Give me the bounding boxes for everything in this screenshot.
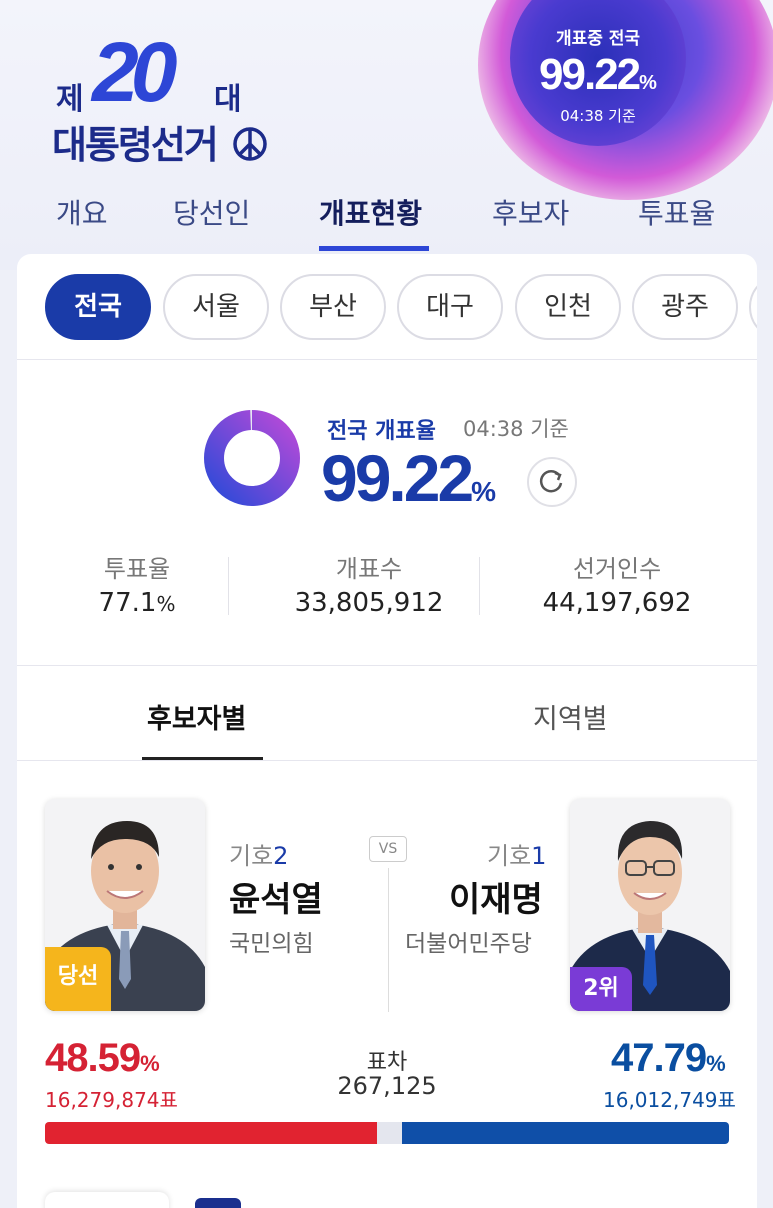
region-filter: 전국 서울 부산 대구 인천 광주 [17,254,757,360]
logo-title: 대통령선거 [52,114,268,169]
vote-share-bar-left [45,1122,378,1144]
stat-divider [228,557,229,615]
orb-label: 개표중 전국 [555,29,641,49]
next-candidate-card[interactable] [45,1192,169,1208]
region-chip-more[interactable] [749,274,757,340]
main-nav: 개요 당선인 개표현황 후보자 투표율 [0,188,773,254]
refresh-button[interactable] [527,457,577,507]
nav-candidates[interactable]: 후보자 [492,192,569,232]
candidate-left-number: 기호2 [229,842,289,870]
nav-overview[interactable]: 개요 [56,192,108,232]
candidate-right-percent: 47.79% [611,1036,726,1080]
counting-status: 전국 개표율 04:38 기준 99.22% 투표율 77.1% 개표수 33,… [17,361,757,666]
logo-suffix: 대 [214,82,242,117]
logo-prefix: 제 [56,82,84,117]
tab-by-region[interactable]: 지역별 [533,697,608,736]
stat-counted-value: 33,805,912 [294,588,444,618]
refresh-icon [539,470,563,493]
nav-winner[interactable]: 당선인 [173,192,250,232]
orb-percent: 99.22% [539,50,657,99]
progress-ring [204,410,300,506]
results-card: 전국 서울 부산 대구 인천 광주 전국 개표율 04:38 기준 99.22% [17,254,757,1208]
candidate-right-votes: 16,012,749표 [603,1088,736,1112]
region-chip-seoul[interactable]: 서울 [163,274,269,340]
status-time: 04:38 기준 [463,417,569,441]
stat-electorate-label: 선거인수 [572,555,662,583]
stat-counted: 개표수 33,805,912 [249,549,489,618]
vs-badge: VS [369,836,407,862]
election-logo[interactable]: 제 20 대 대통령선거 [52,25,312,167]
region-chip-nationwide[interactable]: 전국 [45,274,151,340]
nav-active-indicator [319,246,429,251]
rank-badge: 2위 [570,967,632,1011]
region-chip-daegu[interactable]: 대구 [397,274,503,340]
candidate-right-party: 더불어민주당 [405,931,532,957]
counting-orb: 개표중 전국 99.22% 04:38 기준 [510,24,686,126]
nav-counting[interactable]: 개표현황 [319,192,422,232]
candidate-right-name: 이재명 [449,880,543,920]
orb-time: 04:38 기준 [560,107,636,125]
stat-turnout-label: 투표율 [103,555,171,583]
region-chip-gwangju[interactable]: 광주 [632,274,738,340]
candidate-left-party: 국민의힘 [229,931,314,957]
stats-row: 투표율 77.1% 개표수 33,805,912 선거인수 44,197,692 [17,549,757,629]
stat-electorate: 선거인수 44,197,692 [497,549,737,618]
stat-turnout: 투표율 77.1% [77,549,197,618]
tab-by-candidate[interactable]: 후보자별 [147,697,246,736]
stat-turnout-value: 77.1% [98,588,176,618]
winner-badge: 당선 [45,947,111,1011]
next-candidate-badge [195,1198,241,1208]
logo-number: 20 [92,25,177,119]
stat-counted-label: 개표수 [335,555,403,583]
candidate-left-percent: 48.59% [45,1036,160,1080]
candidate-left-votes: 16,279,874표 [45,1088,178,1112]
results-tabs: 후보자별 지역별 [17,667,757,761]
ballot-mark-icon [233,127,267,161]
stat-divider [479,557,480,615]
candidate-left-name: 윤석열 [229,880,323,920]
vote-share-bar [45,1122,729,1144]
vote-margin-value: 267,125 [337,1072,437,1100]
vote-share-bar-right [402,1122,729,1144]
stat-electorate-value: 44,197,692 [542,588,692,618]
candidate-right-number: 기호1 [487,842,547,870]
vs-divider [388,868,389,1012]
nav-turnout[interactable]: 투표율 [638,192,715,232]
tab-active-indicator [142,757,263,760]
status-percent: 99.22% [321,441,497,515]
candidate-photo-right[interactable]: 2위 [570,799,730,1011]
candidate-photo-left[interactable]: 당선 [45,799,205,1011]
region-chip-busan[interactable]: 부산 [280,274,386,340]
region-chip-incheon[interactable]: 인천 [515,274,621,340]
